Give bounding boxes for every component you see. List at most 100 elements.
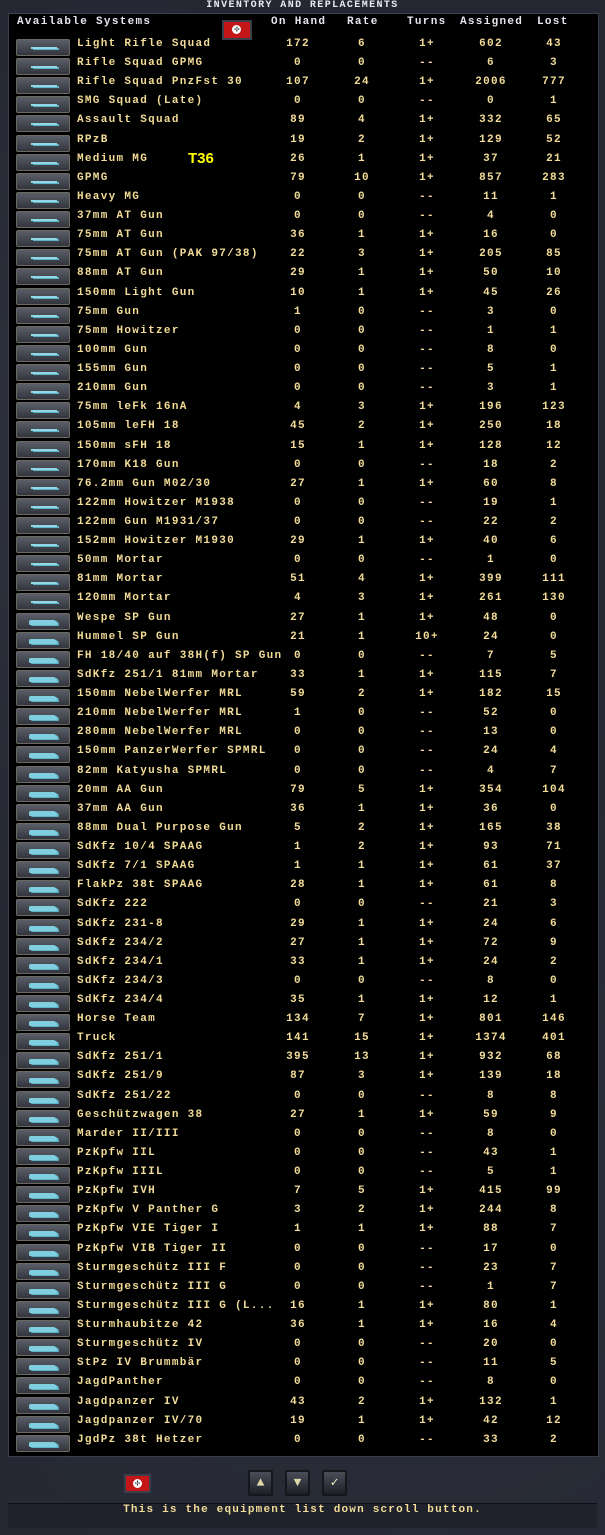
unit-icon-button[interactable]	[16, 669, 70, 687]
table-row[interactable]: 122mm Gun M1931/37 0 0 -- 22 2	[0, 516, 605, 535]
unit-icon-button[interactable]	[16, 517, 70, 534]
table-row[interactable]: 37mm AT Gun 0 0 -- 4 0	[0, 210, 605, 229]
table-row[interactable]: SdKfz 251/1 81mm Mortar 33 1 1+ 115 7	[0, 669, 605, 688]
unit-icon-button[interactable]	[16, 306, 70, 324]
unit-icon-button[interactable]	[16, 191, 70, 209]
table-row[interactable]: 150mm sFH 18 15 1 1+ 128 12	[0, 440, 605, 459]
unit-icon-button[interactable]	[16, 1262, 70, 1280]
unit-icon-button[interactable]	[16, 574, 70, 592]
unit-icon-button[interactable]	[16, 784, 70, 802]
unit-icon-button[interactable]	[16, 478, 70, 496]
table-row[interactable]: SdKfz 234/4 35 1 1+ 12 1	[0, 994, 605, 1013]
unit-icon-button[interactable]	[16, 58, 70, 76]
table-row[interactable]: SdKfz 234/1 33 1 1+ 24 2	[0, 956, 605, 975]
table-row[interactable]: PzKpfw V Panther G 3 2 1+ 244 8	[0, 1204, 605, 1223]
table-row[interactable]: Sturmgeschütz III F 0 0 -- 23 7	[0, 1262, 605, 1281]
unit-icon-button[interactable]	[16, 995, 70, 1012]
unit-icon-button[interactable]	[16, 383, 70, 401]
table-row[interactable]: 170mm K18 Gun 0 0 -- 18 2	[0, 459, 605, 478]
unit-icon-button[interactable]	[16, 1358, 70, 1376]
table-row[interactable]: 152mm Howitzer M1930 29 1 1+ 40 6	[0, 535, 605, 554]
unit-icon-button[interactable]	[16, 861, 70, 879]
unit-icon-button[interactable]	[16, 708, 70, 726]
unit-icon-button[interactable]	[16, 459, 70, 477]
unit-icon-button[interactable]	[16, 1243, 70, 1261]
table-row[interactable]: 76.2mm Gun M02/30 27 1 1+ 60 8	[0, 478, 605, 497]
table-row[interactable]: 75mm AT Gun (PAK 97/38) 22 3 1+ 205 85	[0, 248, 605, 267]
table-row[interactable]: 280mm NebelWerfer MRL 0 0 -- 13 0	[0, 726, 605, 745]
table-row[interactable]: FlakPz 38t SPAAG 28 1 1+ 61 8	[0, 879, 605, 898]
unit-icon-button[interactable]	[16, 402, 70, 420]
unit-icon-button[interactable]	[16, 631, 70, 649]
table-row[interactable]: Heavy MG 0 0 -- 11 1	[0, 191, 605, 210]
unit-icon-button[interactable]	[16, 39, 70, 56]
table-row[interactable]: JagdPanther 0 0 -- 8 0	[0, 1376, 605, 1395]
table-row[interactable]: FH 18/40 auf 38H(f) SP Gun 0 0 -- 7 5	[0, 650, 605, 669]
unit-icon-button[interactable]	[16, 899, 70, 917]
table-row[interactable]: Wespe SP Gun 27 1 1+ 48 0	[0, 612, 605, 631]
scroll-up-button[interactable]: ▲	[248, 1470, 273, 1496]
table-row[interactable]: Jagdpanzer IV/70 19 1 1+ 42 12	[0, 1415, 605, 1434]
table-row[interactable]: Truck 141 15 1+ 1374 401	[0, 1032, 605, 1051]
table-row[interactable]: SdKfz 234/2 27 1 1+ 72 9	[0, 937, 605, 956]
table-row[interactable]: 210mm NebelWerfer MRL 1 0 -- 52 0	[0, 707, 605, 726]
nation-flag-button[interactable]	[222, 20, 252, 40]
unit-icon-button[interactable]	[16, 689, 70, 707]
table-row[interactable]: SdKfz 251/9 87 3 1+ 139 18	[0, 1070, 605, 1089]
unit-icon-button[interactable]	[16, 1377, 70, 1395]
unit-icon-button[interactable]	[16, 975, 70, 993]
table-row[interactable]: 150mm PanzerWerfer SPMRL 0 0 -- 24 4	[0, 745, 605, 764]
unit-icon-button[interactable]	[16, 96, 70, 114]
confirm-button[interactable]: ✓	[322, 1470, 347, 1496]
table-row[interactable]: 120mm Mortar 4 3 1+ 261 130	[0, 592, 605, 611]
unit-icon-button[interactable]	[16, 803, 70, 821]
table-row[interactable]: JgdPz 38t Hetzer 0 0 -- 33 2	[0, 1434, 605, 1453]
unit-icon-button[interactable]	[16, 1186, 70, 1204]
table-row[interactable]: Sturmgeschütz III G 0 0 -- 1 7	[0, 1281, 605, 1300]
table-row[interactable]: 75mm Howitzer 0 0 -- 1 1	[0, 325, 605, 344]
table-row[interactable]: PzKpfw VIB Tiger II 0 0 -- 17 0	[0, 1243, 605, 1262]
unit-icon-button[interactable]	[16, 1224, 70, 1242]
unit-icon-button[interactable]	[16, 1090, 70, 1108]
unit-icon-button[interactable]	[16, 440, 70, 458]
unit-icon-button[interactable]	[16, 842, 70, 860]
unit-icon-button[interactable]	[16, 497, 70, 515]
table-row[interactable]: 75mm leFk 16nA 4 3 1+ 196 123	[0, 401, 605, 420]
table-row[interactable]: 150mm Light Gun 10 1 1+ 45 26	[0, 287, 605, 306]
unit-icon-button[interactable]	[16, 172, 70, 190]
unit-icon-button[interactable]	[16, 1109, 70, 1127]
table-row[interactable]: 155mm Gun 0 0 -- 5 1	[0, 363, 605, 382]
table-row[interactable]: SdKfz 7/1 SPAAG 1 1 1+ 61 37	[0, 860, 605, 879]
unit-icon-button[interactable]	[16, 765, 70, 783]
table-row[interactable]: SdKfz 10/4 SPAAG 1 2 1+ 93 71	[0, 841, 605, 860]
unit-icon-button[interactable]	[16, 1320, 70, 1338]
table-row[interactable]: Medium MG 26 1 1+ 37 21	[0, 153, 605, 172]
scroll-down-button[interactable]: ▼	[285, 1470, 310, 1496]
unit-icon-button[interactable]	[16, 555, 70, 573]
unit-icon-button[interactable]	[16, 880, 70, 898]
unit-icon-button[interactable]	[16, 1396, 70, 1414]
unit-icon-button[interactable]	[16, 1033, 70, 1051]
unit-icon-button[interactable]	[16, 1281, 70, 1299]
table-row[interactable]: Rifle Squad GPMG 0 0 -- 6 3	[0, 57, 605, 76]
table-row[interactable]: Assault Squad 89 4 1+ 332 65	[0, 114, 605, 133]
table-row[interactable]: Sturmgeschütz III G (L... 16 1 1+ 80 1	[0, 1300, 605, 1319]
table-row[interactable]: SdKfz 234/3 0 0 -- 8 0	[0, 975, 605, 994]
unit-icon-button[interactable]	[16, 364, 70, 382]
unit-icon-button[interactable]	[16, 1167, 70, 1185]
unit-icon-button[interactable]	[16, 937, 70, 955]
unit-icon-button[interactable]	[16, 1014, 70, 1032]
unit-icon-button[interactable]	[16, 1052, 70, 1070]
unit-icon-button[interactable]	[16, 1434, 70, 1452]
unit-icon-button[interactable]	[16, 1339, 70, 1357]
unit-icon-button[interactable]	[16, 536, 70, 554]
unit-icon-button[interactable]	[16, 1300, 70, 1318]
table-row[interactable]: 75mm Gun 1 0 -- 3 0	[0, 306, 605, 325]
unit-icon-button[interactable]	[16, 1147, 70, 1165]
unit-icon-button[interactable]	[16, 1205, 70, 1223]
unit-icon-button[interactable]	[16, 287, 70, 305]
table-row[interactable]: PzKpfw VIE Tiger I 1 1 1+ 88 7	[0, 1223, 605, 1242]
table-row[interactable]: PzKpfw IIL 0 0 -- 43 1	[0, 1147, 605, 1166]
table-row[interactable]: 37mm AA Gun 36 1 1+ 36 0	[0, 803, 605, 822]
unit-icon-button[interactable]	[16, 612, 70, 630]
